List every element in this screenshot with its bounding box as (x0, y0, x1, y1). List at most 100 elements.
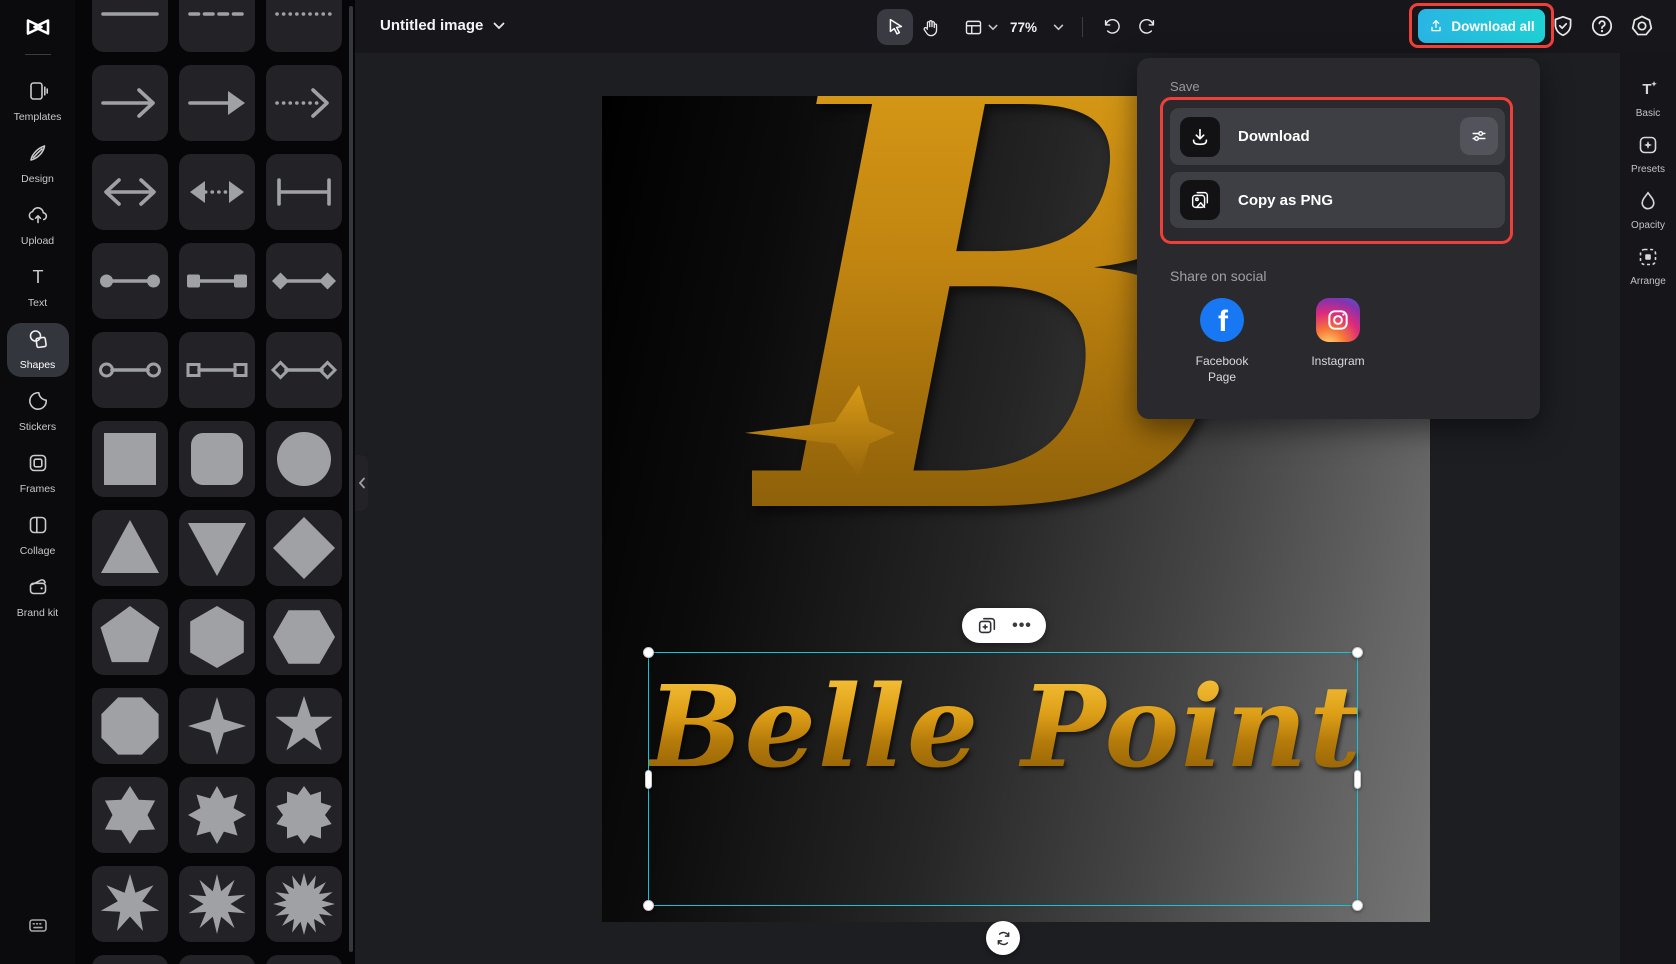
right-rail-item-arrange[interactable]: Arrange (1622, 245, 1674, 285)
shape-tile-line-solid[interactable] (92, 0, 168, 52)
shape-tile-square[interactable] (92, 421, 168, 497)
cursor-icon (884, 16, 906, 38)
shape-tile-arrow-filled[interactable] (179, 65, 255, 141)
shape-tile-diamond[interactable] (266, 510, 342, 586)
sidebar-item-frames[interactable]: Frames (7, 447, 69, 501)
sidebar-item-shapes[interactable]: Shapes (7, 323, 69, 377)
shape-tile-rounded-square[interactable] (179, 421, 255, 497)
shape-tile-connector-circles-filled[interactable] (92, 243, 168, 319)
right-rail-item-basic[interactable]: TBasic (1622, 77, 1674, 117)
layout-tool-button[interactable] (953, 9, 1007, 45)
download-settings-button[interactable] (1460, 117, 1498, 155)
safety-shield-button[interactable] (1550, 13, 1576, 44)
save-section-title: Save (1170, 79, 1200, 94)
brand-kit-icon (26, 575, 50, 604)
shape-tile-star-4[interactable] (179, 688, 255, 764)
more-options-icon[interactable]: ••• (1012, 621, 1032, 631)
settings-button[interactable] (1629, 13, 1655, 44)
share-instagram-button[interactable]: Instagram (1290, 298, 1386, 370)
shape-tile-connector-diamonds-open[interactable] (266, 332, 342, 408)
shapes-icon (26, 327, 50, 356)
shape-tile-connector-squares-filled[interactable] (179, 243, 255, 319)
shape-tile-pentagon[interactable] (92, 599, 168, 675)
shape-tile-clipped-tile[interactable] (179, 955, 255, 964)
right-rail-item-presets[interactable]: Presets (1622, 133, 1674, 173)
shape-tile-burst-16[interactable] (266, 866, 342, 942)
shape-tile-connector-squares-open[interactable] (179, 332, 255, 408)
shape-tile-triangle-up[interactable] (92, 510, 168, 586)
selection-handle-top-right[interactable] (1352, 647, 1363, 658)
document-title[interactable]: Untitled image (380, 17, 505, 34)
sliders-icon (1469, 126, 1489, 146)
shape-tile-line-endcaps[interactable] (266, 154, 342, 230)
sidebar-item-label: Design (21, 173, 54, 186)
shape-tile-star-10[interactable] (179, 866, 255, 942)
shape-tile-star-10-round[interactable] (266, 777, 342, 853)
right-rail-item-opacity[interactable]: Opacity (1622, 189, 1674, 229)
sidebar-item-label: Text (28, 297, 47, 310)
selection-handle-bottom-left[interactable] (643, 900, 654, 911)
sidebar-item-templates[interactable]: Templates (7, 75, 69, 129)
select-tool-button[interactable] (877, 9, 913, 45)
help-button[interactable] (1589, 13, 1615, 44)
shape-tile-line-dotted[interactable] (266, 0, 342, 52)
shape-tile-double-arrow-dotted[interactable] (179, 154, 255, 230)
shapes-grid (92, 0, 342, 964)
shape-tile-star-8[interactable] (179, 777, 255, 853)
shape-tile-arrow-dotted[interactable] (266, 65, 342, 141)
selection-bounding-box[interactable] (648, 652, 1358, 906)
rotate-canvas-button[interactable] (986, 921, 1020, 955)
selection-handle-bottom-right[interactable] (1352, 900, 1363, 911)
shape-tile-octagon[interactable] (92, 688, 168, 764)
shape-tile-star-6[interactable] (92, 777, 168, 853)
selection-handle-top-left[interactable] (643, 647, 654, 658)
shape-tile-hexagon-pointy[interactable] (179, 599, 255, 675)
share-section-title: Share on social (1170, 268, 1267, 284)
zoom-level-control[interactable]: 77% (1010, 9, 1064, 45)
download-all-button[interactable]: Download all (1418, 9, 1545, 43)
left-sidebar: Templates Design Upload TText Shapes Stickers… (0, 0, 75, 964)
shape-tile-clipped-tile[interactable] (266, 955, 342, 964)
shape-tile-star-5[interactable] (266, 688, 342, 764)
chevron-down-icon (1053, 24, 1064, 31)
shape-tile-line-dashed[interactable] (179, 0, 255, 52)
share-facebook-button[interactable]: f Facebook Page (1174, 298, 1270, 385)
keyboard-shortcuts-icon[interactable] (26, 913, 50, 942)
duplicate-icon[interactable] (976, 615, 998, 637)
sidebar-item-design[interactable]: Design (7, 137, 69, 191)
redo-button[interactable] (1130, 9, 1166, 45)
shape-tile-clipped-tile[interactable] (92, 955, 168, 964)
instagram-icon (1316, 298, 1360, 342)
divider (1082, 17, 1083, 37)
sidebar-item-label: Collage (20, 545, 56, 558)
templates-icon (26, 79, 50, 108)
capcut-logo-icon[interactable] (0, 0, 75, 54)
shape-tile-connector-diamonds-filled[interactable] (266, 243, 342, 319)
undo-icon (1101, 17, 1121, 37)
undo-button[interactable] (1093, 9, 1129, 45)
upload-icon (26, 203, 50, 232)
facebook-label: Facebook Page (1187, 354, 1257, 385)
hand-tool-button[interactable] (912, 9, 948, 45)
shape-tile-arrow-open[interactable] (92, 65, 168, 141)
shape-tile-double-arrow-open[interactable] (92, 154, 168, 230)
selection-handle-right[interactable] (1354, 770, 1361, 789)
shape-tile-star-7[interactable] (92, 866, 168, 942)
shapes-panel-scrollbar[interactable] (349, 6, 353, 952)
sidebar-item-text[interactable]: TText (7, 261, 69, 315)
shape-tile-triangle-down[interactable] (179, 510, 255, 586)
stickers-icon (26, 389, 50, 418)
shape-tile-hexagon-flat[interactable] (266, 599, 342, 675)
shape-tile-connector-circles-open[interactable] (92, 332, 168, 408)
panel-collapse-handle[interactable] (355, 455, 368, 511)
sidebar-item-label: Brand kit (17, 607, 58, 620)
sidebar-item-collage[interactable]: Collage (7, 509, 69, 563)
download-menu-item[interactable]: Download (1170, 108, 1505, 165)
sidebar-item-upload[interactable]: Upload (7, 199, 69, 253)
copy-as-png-menu-item[interactable]: Copy as PNG (1170, 172, 1505, 228)
gear-icon (1629, 13, 1655, 39)
shape-tile-circle[interactable] (266, 421, 342, 497)
sidebar-item-stickers[interactable]: Stickers (7, 385, 69, 439)
sidebar-item-brand-kit[interactable]: Brand kit (7, 571, 69, 625)
selection-handle-left[interactable] (645, 770, 652, 789)
